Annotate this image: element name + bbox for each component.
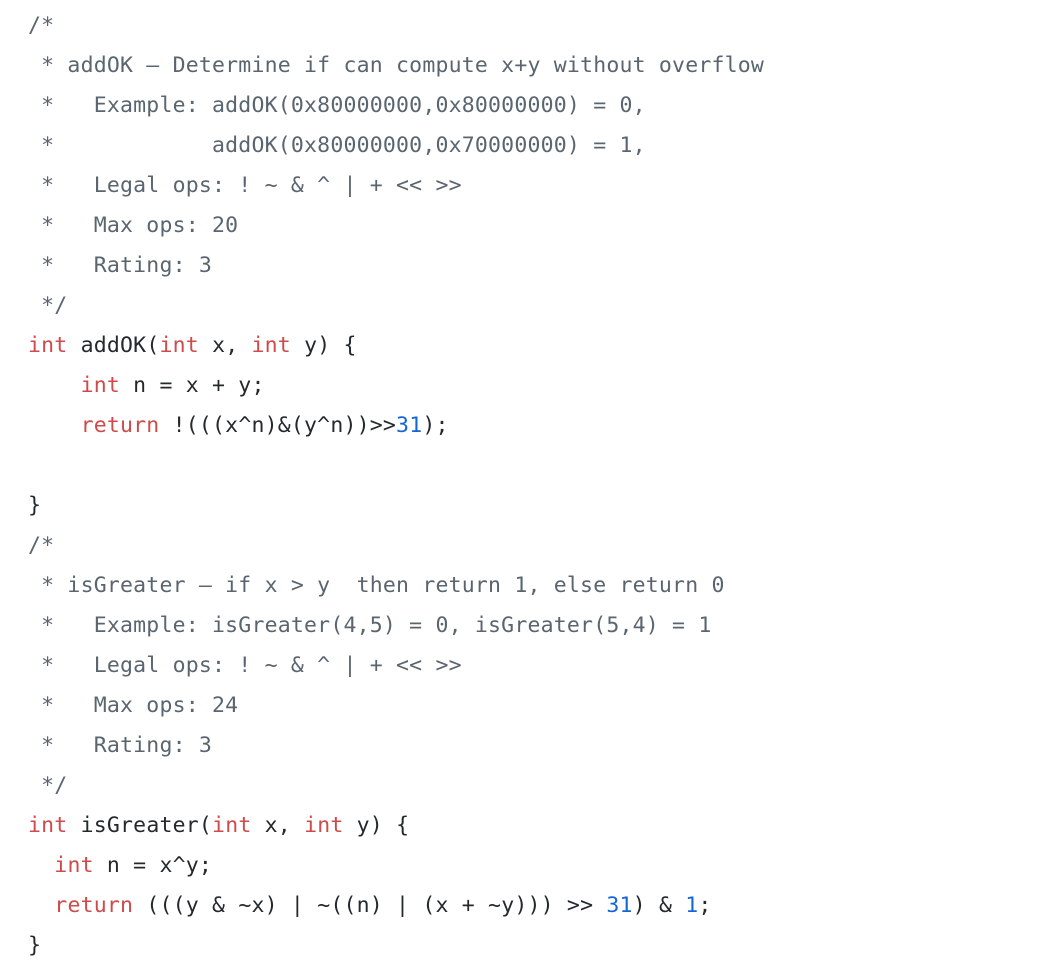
code-token-keyword: return [80, 413, 160, 438]
code-line[interactable]: } [28, 486, 1046, 526]
code-token-number: 31 [606, 893, 633, 918]
code-token-plain: x, [198, 333, 252, 358]
code-line[interactable]: * Example: addOK(0x80000000,0x80000000) … [28, 86, 1046, 126]
code-token-plain: } [28, 493, 42, 518]
code-line[interactable]: * Example: isGreater(4,5) = 0, isGreater… [28, 606, 1046, 646]
code-line[interactable]: * Max ops: 20 [28, 206, 1046, 246]
code-token-plain: y) { [290, 333, 357, 358]
code-token-plain: n = x + y; [120, 373, 265, 398]
code-token-comment: * isGreater – if x > y then return 1, el… [28, 573, 725, 598]
code-token-keyword: int [212, 813, 252, 838]
code-line[interactable]: * Legal ops: ! ~ & ^ | + << >> [28, 166, 1046, 206]
code-token-keyword: return [54, 893, 134, 918]
code-token-comment: /* [28, 533, 55, 558]
code-token-keyword: int [28, 813, 68, 838]
code-token-comment: */ [28, 293, 68, 318]
code-line[interactable]: * Rating: 3 [28, 726, 1046, 766]
code-token-comment: /* [28, 13, 55, 38]
code-token-plain: (((y & ~x) | ~((n) | (x + ~y))) >> [133, 893, 607, 918]
code-line[interactable]: * Legal ops: ! ~ & ^ | + << >> [28, 646, 1046, 686]
code-token-comment: * Example: addOK(0x80000000,0x80000000) … [28, 93, 646, 118]
code-token-comment: * addOK – Determine if can compute x+y w… [28, 53, 765, 78]
code-token-comment: * Max ops: 20 [28, 213, 239, 238]
code-line[interactable]: */ [28, 286, 1046, 326]
code-token-keyword: int [28, 333, 68, 358]
code-token-plain: ) & [632, 893, 686, 918]
code-line[interactable]: * isGreater – if x > y then return 1, el… [28, 566, 1046, 606]
code-token-plain: } [28, 933, 42, 958]
code-line[interactable]: * Rating: 3 [28, 246, 1046, 286]
code-line[interactable]: int n = x^y; [28, 846, 1046, 886]
code-token-keyword: int [159, 333, 199, 358]
code-token-keyword: int [251, 333, 291, 358]
code-token-comment: * Max ops: 24 [28, 693, 239, 718]
code-token-keyword: int [80, 373, 121, 398]
code-token-plain: ( [146, 333, 160, 358]
code-line[interactable]: /* [28, 6, 1046, 46]
code-line[interactable]: /* [28, 526, 1046, 566]
code-token-plain: y) { [343, 813, 410, 838]
code-line[interactable]: int isGreater(int x, int y) { [28, 806, 1046, 846]
code-line[interactable]: return !(((x^n)&(y^n))>>31); [28, 406, 1046, 446]
code-token-plain: x, [251, 813, 305, 838]
code-line[interactable]: * addOK – Determine if can compute x+y w… [28, 46, 1046, 86]
code-token-comment: * addOK(0x80000000,0x70000000) = 1, [28, 133, 646, 158]
code-token-comment: * Rating: 3 [28, 733, 213, 758]
code-token-keyword: int [54, 853, 94, 878]
code-token-plain: ); [422, 413, 449, 438]
code-token-number: 31 [396, 413, 423, 438]
code-token-function: isGreater [80, 813, 199, 838]
code-line[interactable] [28, 446, 1046, 486]
code-line[interactable]: int addOK(int x, int y) { [28, 326, 1046, 366]
code-token-comment: * Example: isGreater(4,5) = 0, isGreater… [28, 613, 712, 638]
code-block[interactable]: /* * addOK – Determine if can compute x+… [0, 0, 1046, 966]
code-token-plain: !(((x^n)&(y^n))>> [159, 413, 397, 438]
code-token-comment: */ [28, 773, 68, 798]
code-line[interactable]: return (((y & ~x) | ~((n) | (x + ~y))) >… [28, 886, 1046, 926]
code-token-comment: * Legal ops: ! ~ & ^ | + << >> [28, 653, 462, 678]
code-line[interactable]: * Max ops: 24 [28, 686, 1046, 726]
code-line[interactable]: int n = x + y; [28, 366, 1046, 406]
code-line[interactable]: } [28, 926, 1046, 966]
code-token-number: 1 [685, 893, 699, 918]
code-token-function: addOK [80, 333, 147, 358]
code-token-comment: * Legal ops: ! ~ & ^ | + << >> [28, 173, 462, 198]
code-token-plain: ( [198, 813, 213, 838]
code-line[interactable]: * addOK(0x80000000,0x70000000) = 1, [28, 126, 1046, 166]
code-token-keyword: int [304, 813, 344, 838]
code-token-comment: * Rating: 3 [28, 253, 213, 278]
code-token-plain: ; [698, 893, 712, 918]
code-token-plain: n = x^y; [93, 853, 213, 878]
code-line[interactable]: */ [28, 766, 1046, 806]
